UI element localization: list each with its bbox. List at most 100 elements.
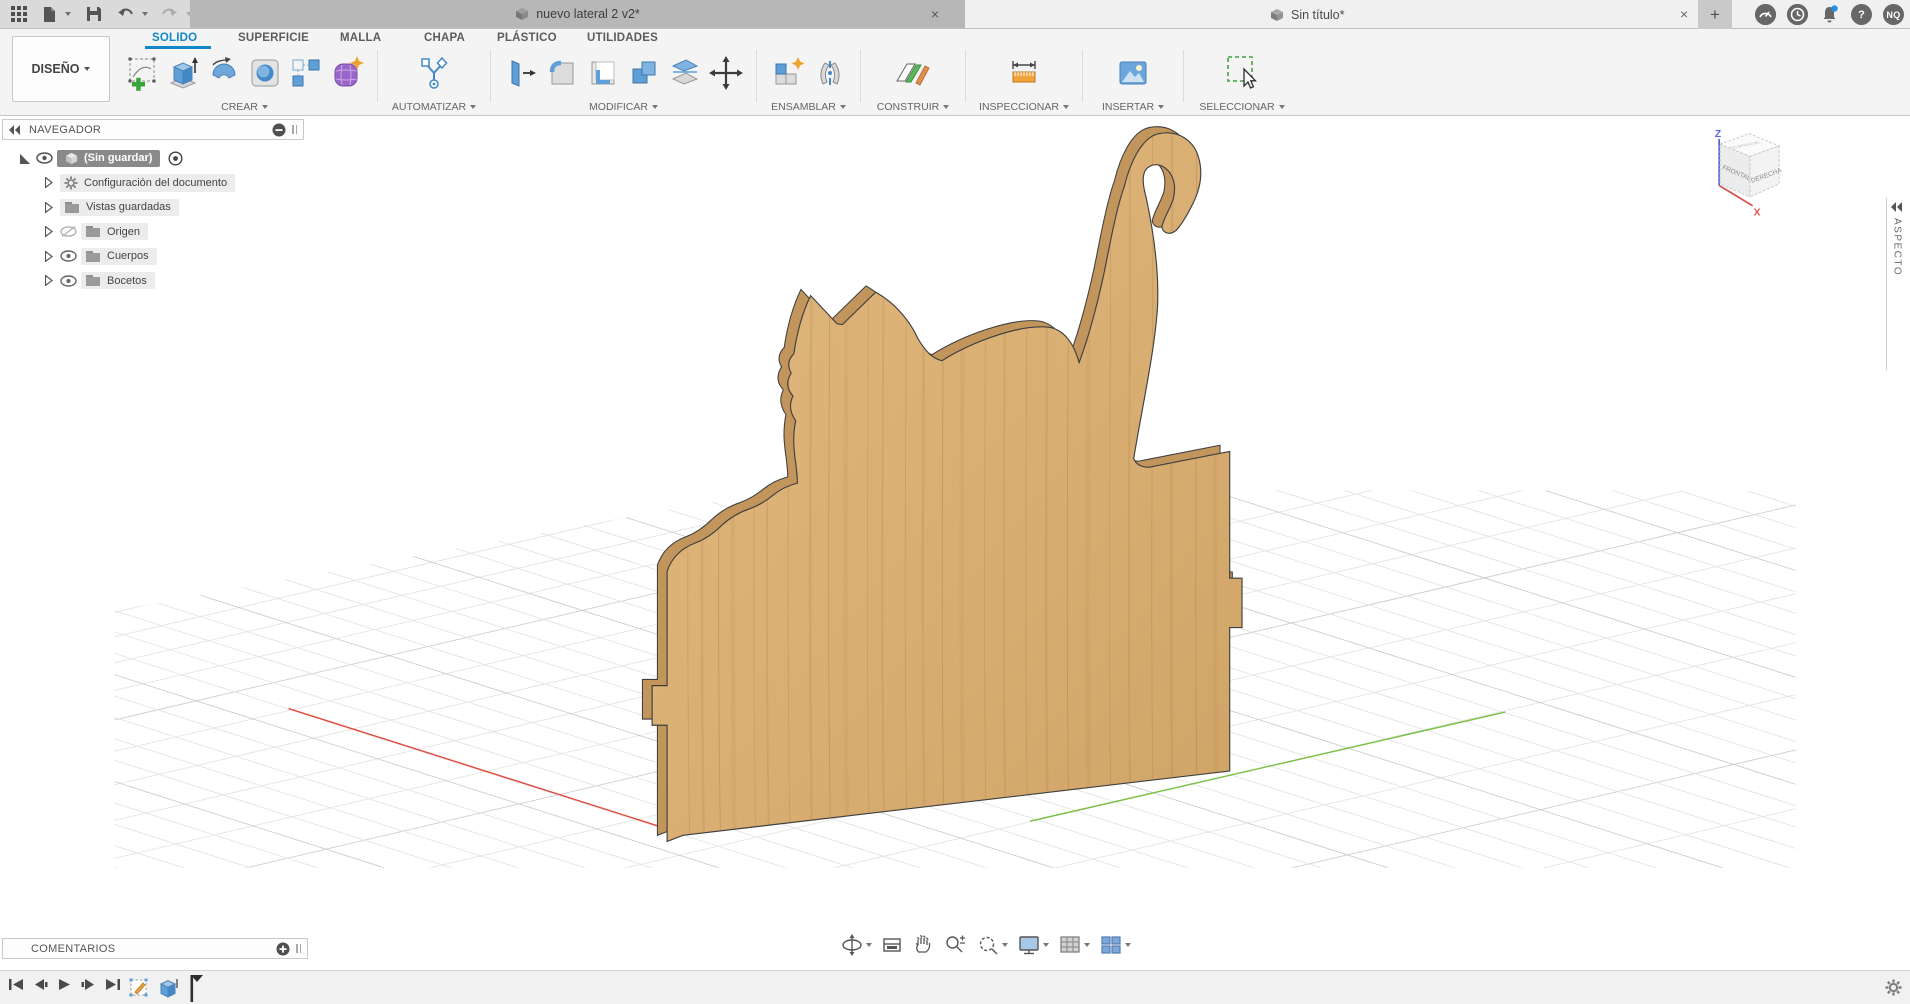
viewcube-front-face[interactable] <box>1720 144 1750 197</box>
rectangular-pattern-icon[interactable] <box>288 55 324 91</box>
tree-row-bodies[interactable]: Cuerpos <box>14 244 314 269</box>
collapse-left-icon[interactable] <box>9 125 21 135</box>
orbit-caret-icon[interactable] <box>866 943 872 947</box>
collapsed-arrow-icon[interactable] <box>38 177 60 188</box>
shell-icon[interactable] <box>585 55 621 91</box>
group-label-insertar[interactable]: INSERTAR <box>1095 99 1171 114</box>
create-form-icon[interactable] <box>329 55 365 91</box>
help-icon[interactable]: ? <box>1851 4 1872 25</box>
new-tab-button[interactable]: + <box>1698 0 1732 29</box>
timeline-position-marker[interactable] <box>186 974 204 1003</box>
collapsed-arrow-icon[interactable] <box>38 275 60 286</box>
group-label-modificar[interactable]: MODIFICAR <box>503 99 744 114</box>
extrude-icon[interactable] <box>165 55 201 91</box>
viewports-icon[interactable] <box>1099 933 1131 957</box>
comments-header[interactable]: COMENTARIOS <box>2 938 308 959</box>
fit-icon[interactable] <box>976 933 1008 957</box>
ribbon-tab-chapa[interactable]: CHAPA <box>424 32 465 44</box>
timeline-settings-gear-icon[interactable] <box>1885 979 1902 996</box>
expand-circle-icon[interactable] <box>276 942 290 956</box>
document-tab-inactive[interactable]: nuevo lateral 2 v2* × <box>190 0 965 28</box>
notifications-bell-icon[interactable] <box>1819 4 1840 25</box>
timeline-sketch-feature[interactable] <box>128 974 150 1000</box>
app-grid-icon[interactable] <box>10 5 28 23</box>
fillet-icon[interactable] <box>544 55 580 91</box>
new-component-icon[interactable] <box>769 55 807 91</box>
go-to-start-icon[interactable] <box>8 977 24 992</box>
eye-visible-icon[interactable] <box>36 152 53 164</box>
collapse-left-icon[interactable] <box>1891 202 1903 212</box>
orbit-icon[interactable] <box>840 933 872 957</box>
eye-hidden-icon[interactable] <box>60 225 77 238</box>
aspect-panel-tab[interactable]: ASPECTO <box>1886 198 1906 370</box>
step-forward-icon[interactable] <box>81 977 96 992</box>
cat-lateral-body[interactable] <box>642 120 1242 860</box>
eye-visible-icon[interactable] <box>60 250 77 262</box>
display-settings-icon[interactable] <box>1017 933 1049 957</box>
move-icon[interactable] <box>708 55 744 91</box>
timeline-extrude-feature[interactable] <box>156 974 180 1002</box>
undo-caret-icon[interactable] <box>142 12 148 16</box>
construct-plane-icon[interactable] <box>894 55 932 91</box>
hole-icon[interactable] <box>247 55 283 91</box>
fit-caret-icon[interactable] <box>1002 943 1008 947</box>
tree-row-document-settings[interactable]: Configuración del documento <box>14 171 314 196</box>
save-icon[interactable] <box>86 6 102 22</box>
press-pull-icon[interactable] <box>503 55 539 91</box>
go-to-end-icon[interactable] <box>105 977 121 992</box>
undo-icon[interactable] <box>117 7 134 21</box>
tree-row-root[interactable]: (Sin guardar) <box>14 146 314 171</box>
collapse-circle-icon[interactable] <box>272 123 286 137</box>
job-status-icon[interactable] <box>1755 4 1776 25</box>
joint-icon[interactable] <box>812 55 848 91</box>
group-label-inspeccionar[interactable]: INSPECCIONAR <box>978 99 1070 114</box>
grid-caret-icon[interactable] <box>1084 943 1090 947</box>
viewports-caret-icon[interactable] <box>1125 943 1131 947</box>
step-back-icon[interactable] <box>33 977 48 992</box>
tree-row-origin[interactable]: Origen <box>14 220 314 245</box>
collapsed-arrow-icon[interactable] <box>38 251 60 262</box>
ribbon-tab-utilidades[interactable]: UTILIDADES <box>587 32 658 44</box>
zoom-icon[interactable] <box>943 933 967 957</box>
eye-visible-icon[interactable] <box>60 275 77 287</box>
measure-icon[interactable] <box>1005 55 1043 91</box>
grid-display-icon[interactable] <box>1058 933 1090 957</box>
automate-icon[interactable] <box>416 55 452 91</box>
viewcube-top-face[interactable] <box>1720 134 1779 157</box>
ribbon-tab-malla[interactable]: MALLA <box>340 32 381 44</box>
workspace-switcher[interactable]: DISEÑO <box>12 36 110 102</box>
pan-icon[interactable] <box>912 934 934 956</box>
create-sketch-icon[interactable] <box>124 55 160 91</box>
document-tab-active[interactable]: Sin título* <box>1270 0 1345 29</box>
file-menu-caret-icon[interactable] <box>65 12 71 16</box>
viewcube-right-face[interactable] <box>1750 146 1779 197</box>
root-document-chip[interactable]: (Sin guardar) <box>57 150 160 167</box>
select-icon[interactable] <box>1222 53 1262 93</box>
panel-grip[interactable] <box>296 944 301 953</box>
view-cube[interactable]: SUPERIOR FRONTAL DERECHA Z X <box>1715 128 1784 218</box>
group-label-seleccionar[interactable]: SELECCIONAR <box>1196 99 1288 114</box>
combine-icon[interactable] <box>626 55 662 91</box>
activate-radio-icon[interactable] <box>168 151 183 166</box>
revolve-icon[interactable] <box>206 55 242 91</box>
ribbon-tab-superficie[interactable]: SUPERFICIE <box>238 32 309 44</box>
ribbon-tab-plastico[interactable]: PLÁSTICO <box>497 32 557 44</box>
group-label-ensamblar[interactable]: ENSAMBLAR <box>769 99 848 114</box>
group-label-construir[interactable]: CONSTRUIR <box>873 99 953 114</box>
collapsed-arrow-icon[interactable] <box>38 202 60 213</box>
collapsed-arrow-icon[interactable] <box>38 226 60 237</box>
look-at-icon[interactable] <box>881 934 903 956</box>
tab-close-icon[interactable]: × <box>931 4 939 24</box>
avatar[interactable]: NQ <box>1883 4 1904 25</box>
split-body-icon[interactable] <box>667 55 703 91</box>
play-icon[interactable] <box>57 977 72 992</box>
history-clock-icon[interactable] <box>1787 4 1808 25</box>
expanded-arrow-icon[interactable] <box>14 153 36 164</box>
ribbon-tab-solido[interactable]: SOLIDO <box>152 32 197 44</box>
tab-close-icon[interactable]: × <box>1680 4 1688 24</box>
display-caret-icon[interactable] <box>1043 943 1049 947</box>
group-label-crear[interactable]: CREAR <box>124 99 365 114</box>
tree-row-sketches[interactable]: Bocetos <box>14 269 314 294</box>
navigator-header[interactable]: NAVEGADOR <box>2 119 304 140</box>
group-label-automatizar[interactable]: AUTOMATIZAR <box>390 99 478 114</box>
